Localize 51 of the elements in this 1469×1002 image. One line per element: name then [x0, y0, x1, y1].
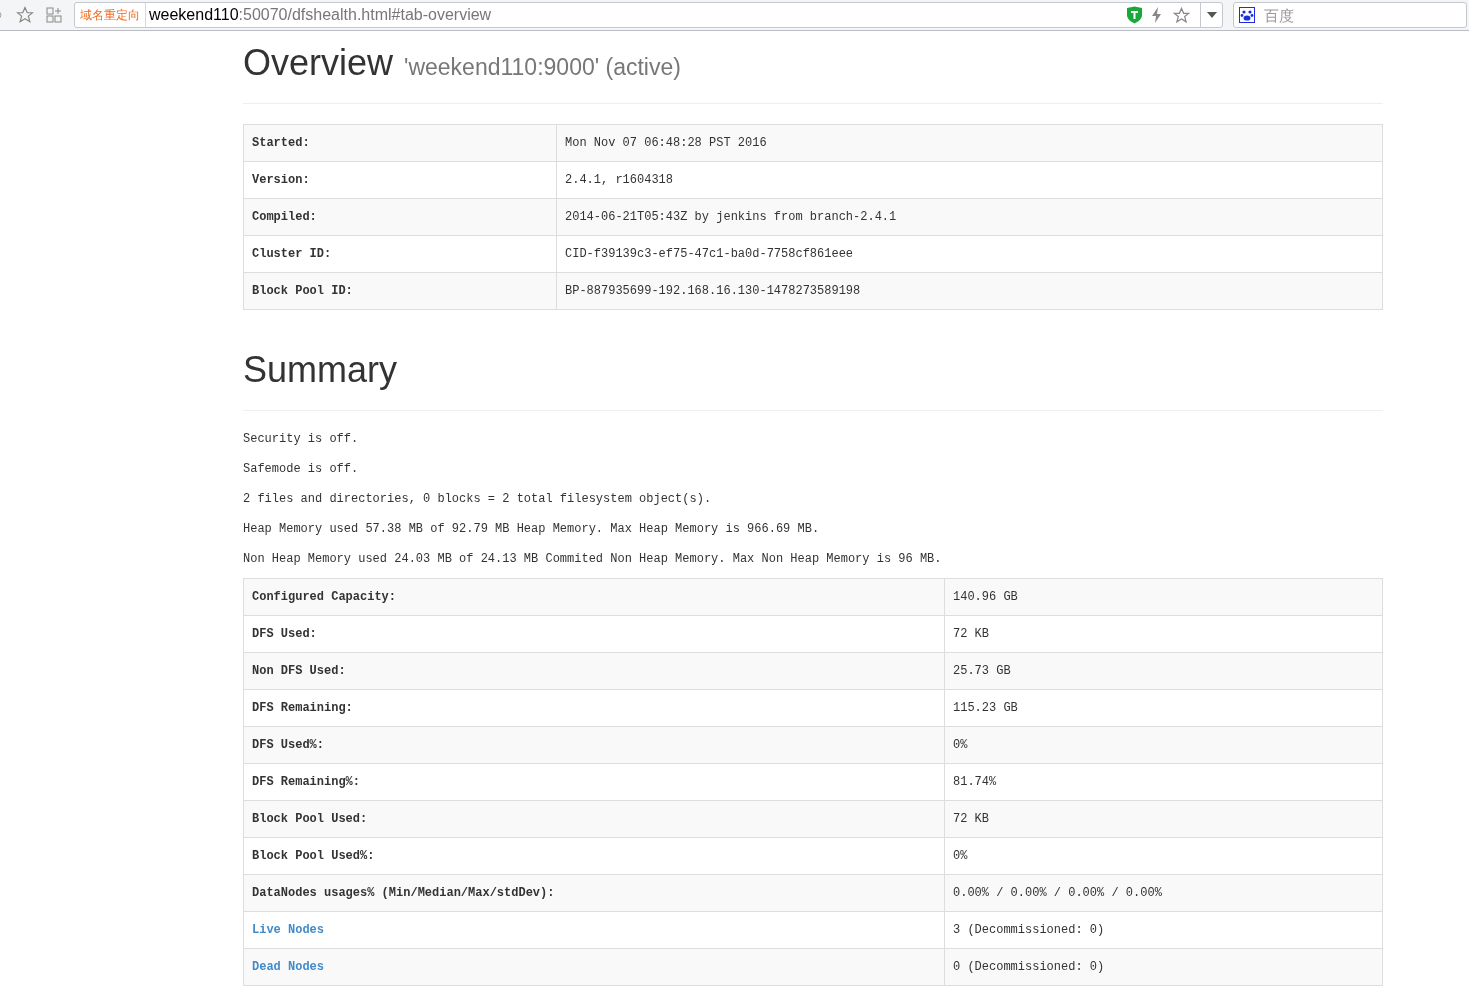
- value-cell: 2014-06-21T05:43Z by jenkins from branch-2.4.1: [556, 198, 1383, 236]
- label-cell: Block Pool ID:: [243, 272, 557, 310]
- star-icon[interactable]: [1173, 6, 1190, 24]
- label-cell: Compiled:: [243, 198, 557, 236]
- value-cell: 0%: [944, 726, 1383, 764]
- status-text: Heap Memory used 57.38 MB of 92.79 MB Heap Memory. Max Heap Memory is 966.69 MB.: [243, 521, 821, 538]
- label-cell: DFS Used%:: [243, 726, 945, 764]
- namenode-subtitle: 'weekend110:9000' (active): [404, 53, 681, 82]
- label-cell: Block Pool Used%:: [243, 837, 945, 875]
- star-icon[interactable]: [16, 6, 34, 24]
- label-cell: Configured Capacity:: [243, 578, 945, 616]
- status-text: Non Heap Memory used 24.03 MB of 24.13 MB Commited Non Heap Memory. Max Non Heap Memory is 96 MB.: [243, 551, 943, 568]
- nodes-link[interactable]: Live Nodes: [252, 923, 324, 937]
- label-cell: Started:: [243, 124, 557, 162]
- label-cell: DFS Remaining:: [243, 689, 945, 727]
- nodes-link[interactable]: Dead Nodes: [252, 960, 324, 974]
- value-cell: CID-f39139c3-ef75-47c1-ba0d-7758cf861eee: [556, 235, 1383, 273]
- address-bar[interactable]: 域名重定向 weekend110:50070/dfshealth.html#tab-overview: [74, 2, 1223, 28]
- label-cell: Block Pool Used:: [243, 800, 945, 838]
- value-cell: 140.96 GB: [944, 578, 1383, 616]
- label-cell: Non DFS Used:: [243, 652, 945, 690]
- value-cell: 0 (Decommissioned: 0): [944, 948, 1383, 986]
- value-cell: Mon Nov 07 06:48:28 PST 2016: [556, 124, 1383, 162]
- caret-icon: [1206, 12, 1217, 18]
- value-cell: 0.00% / 0.00% / 0.00% / 0.00%: [944, 874, 1383, 912]
- label-cell: DFS Used:: [243, 615, 945, 653]
- search-field[interactable]: 百度: [1233, 2, 1467, 28]
- paw-icon: [1239, 7, 1255, 23]
- label-cell: DataNodes usages% (Min/Median/Max/stdDev):: [243, 874, 945, 912]
- value-cell: 72 KB: [944, 800, 1383, 838]
- grid-icon[interactable]: [46, 7, 62, 23]
- status-text: 2 files and directories, 0 blocks = 2 total filesystem object(s).: [243, 491, 713, 508]
- redirect-badge: 域名重定向: [75, 3, 146, 27]
- lightning-icon[interactable]: [1151, 7, 1163, 23]
- shield-icon[interactable]: [1126, 6, 1143, 24]
- section-heading: Summary: [243, 348, 1383, 411]
- value-cell: 72 KB: [944, 615, 1383, 653]
- url-text: weekend110:50070/dfshealth.html#tab-overview: [148, 5, 492, 25]
- page-heading: Overview: [243, 41, 394, 85]
- value-cell: 0%: [944, 837, 1383, 875]
- status-text: Security is off.: [243, 431, 360, 448]
- label-cell: DFS Remaining%:: [243, 763, 945, 801]
- value-cell: BP-887935699-192.168.16.130-1478273589198: [556, 272, 1383, 310]
- value-cell: 2.4.1, r1604318: [556, 161, 1383, 199]
- value-cell: 3 (Decommissioned: 0): [944, 911, 1383, 949]
- status-text: Safemode is off.: [243, 461, 360, 478]
- value-cell: 115.23 GB: [944, 689, 1383, 727]
- label-cell: Cluster ID:: [243, 235, 557, 273]
- value-cell: 81.74%: [944, 763, 1383, 801]
- label-cell: Version:: [243, 161, 557, 199]
- value-cell: 25.73 GB: [944, 652, 1383, 690]
